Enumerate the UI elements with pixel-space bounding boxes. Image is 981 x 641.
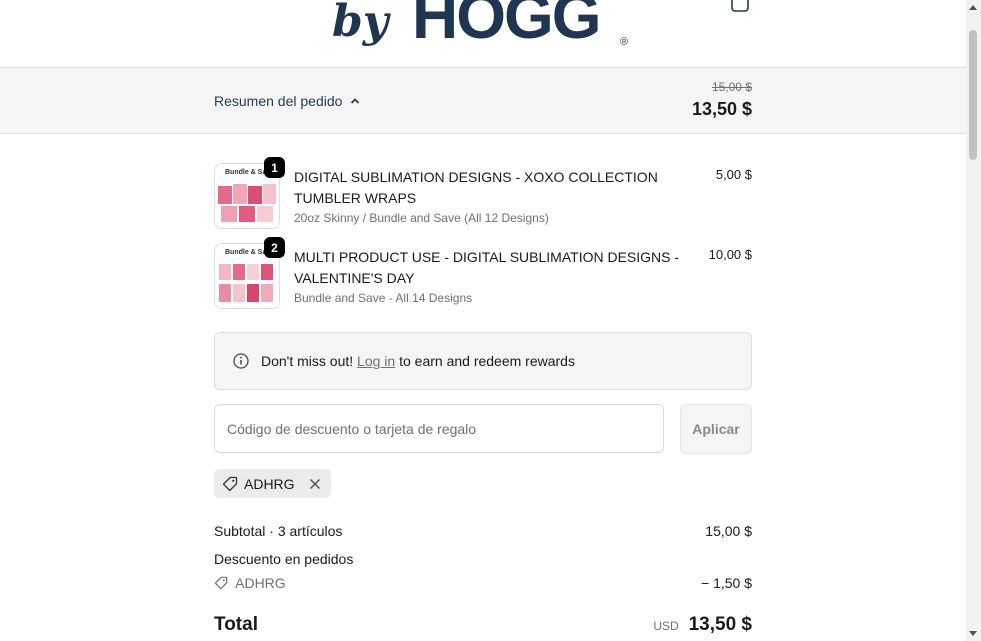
info-icon bbox=[233, 353, 249, 369]
applied-discount-code: ADHRG bbox=[244, 475, 295, 492]
apply-discount-button[interactable]: Aplicar bbox=[680, 404, 752, 454]
discount-code-label: ADHRG bbox=[235, 575, 286, 591]
order-summary-toggle-label: Resumen del pedido bbox=[214, 93, 343, 109]
discount-value: − 1,50 $ bbox=[701, 575, 752, 591]
svg-text:by: by bbox=[332, 0, 392, 46]
subtotal-value: 15,00 $ bbox=[705, 523, 752, 539]
total-value: 13,50 $ bbox=[688, 614, 752, 635]
page-scrollbar[interactable] bbox=[966, 0, 981, 641]
shopping-bag-icon[interactable] bbox=[730, 0, 750, 12]
quantity-badge: 1 bbox=[264, 157, 285, 178]
chevron-up-icon bbox=[351, 98, 360, 104]
summary-total-price: 13,50 $ bbox=[691, 99, 752, 119]
product-price: 5,00 $ bbox=[715, 167, 752, 182]
order-discount-label: Descuento en pedidos bbox=[214, 551, 354, 567]
rewards-suffix: to earn and redeem rewards bbox=[399, 353, 575, 369]
applied-discount-chip: ADHRG bbox=[214, 469, 331, 498]
login-link[interactable]: Log in bbox=[357, 353, 395, 369]
order-summary-toggle[interactable]: Resumen del pedido bbox=[214, 93, 360, 109]
product-variant: 20oz Skinny / Bundle and Save (All 12 De… bbox=[294, 211, 549, 225]
rewards-notice-text: Don't miss out! Log in to earn and redee… bbox=[261, 353, 575, 369]
total-row: Total USD 13,50 $ bbox=[214, 614, 752, 636]
line-item: Bundle & Save 2 MULTI PRODUCT USE - DIGI… bbox=[214, 237, 752, 309]
scroll-down-arrow[interactable] bbox=[969, 631, 977, 636]
order-discount-row: Descuento en pedidos bbox=[214, 551, 752, 567]
total-label: Total bbox=[214, 614, 258, 635]
discount-code-input[interactable] bbox=[214, 404, 664, 453]
product-name: MULTI PRODUCT USE - DIGITAL SUBLIMATION … bbox=[294, 249, 680, 286]
quantity-badge: 2 bbox=[264, 237, 285, 258]
svg-text:HOGG: HOGG bbox=[412, 0, 600, 46]
store-logo[interactable]: by HOGG ® bbox=[330, 0, 635, 46]
rewards-notice: Don't miss out! Log in to earn and redee… bbox=[214, 332, 752, 390]
currency-code: USD bbox=[653, 619, 679, 633]
product-name: DIGITAL SUBLIMATION DESIGNS - XOXO COLLE… bbox=[294, 169, 658, 206]
product-price: 10,00 $ bbox=[708, 247, 752, 262]
line-item: Bundle & Save 1 DIGITAL SUBLIMATION DESI… bbox=[214, 157, 752, 229]
scroll-up-arrow[interactable] bbox=[969, 5, 977, 10]
subtotal-row: Subtotal · 3 artículos 15,00 $ bbox=[214, 523, 752, 539]
product-variant: Bundle and Save - All 14 Designs bbox=[294, 291, 473, 305]
remove-discount-icon[interactable] bbox=[309, 478, 321, 490]
original-price: 15,00 $ bbox=[711, 80, 752, 94]
svg-text:®: ® bbox=[620, 36, 628, 46]
order-summary-bar: Resumen del pedido 15,00 $ 13,50 $ bbox=[0, 68, 966, 134]
scrollbar-thumb[interactable] bbox=[969, 30, 977, 160]
subtotal-label: Subtotal · 3 artículos bbox=[214, 523, 343, 539]
rewards-prefix: Don't miss out! bbox=[261, 353, 354, 369]
tag-icon bbox=[222, 476, 238, 491]
store-header: by HOGG ® bbox=[0, 0, 966, 68]
tag-icon bbox=[214, 576, 228, 590]
discount-code-row: ADHRG − 1,50 $ bbox=[214, 575, 752, 591]
